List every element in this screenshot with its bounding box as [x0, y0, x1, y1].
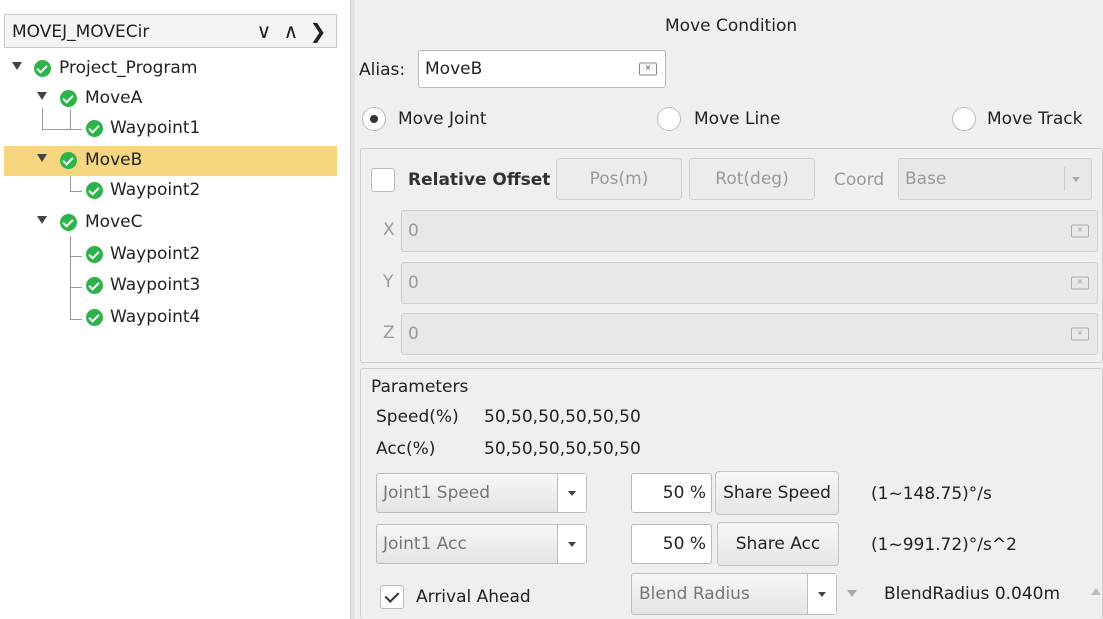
clear-text-icon[interactable]: ✕ — [1071, 224, 1089, 238]
check-circle-icon — [34, 60, 51, 77]
coord-label: Coord — [834, 170, 885, 190]
check-circle-icon — [86, 309, 103, 326]
y-label: Y — [383, 272, 394, 292]
arrival-ahead-checkbox[interactable] — [380, 585, 404, 609]
z-label: Z — [383, 323, 395, 343]
tree-item-label: Waypoint3 — [110, 275, 201, 295]
dropdown-arrow-icon — [807, 574, 836, 614]
tree-item-label: Waypoint1 — [110, 118, 201, 138]
alias-value: MoveB — [425, 59, 483, 79]
program-tree-panel: MOVEJ_MOVECir ∨ ∧ ❯ Project_Program Move… — [0, 0, 350, 619]
move-line-label: Move Line — [694, 109, 781, 129]
blend-radius-select-value: Blend Radius — [639, 584, 750, 604]
tree-item-label: Waypoint2 — [110, 180, 201, 200]
tree-item-waypoint1[interactable]: Waypoint1 — [4, 114, 337, 144]
chevron-up-icon[interactable]: ∧ — [279, 18, 303, 44]
tree-item-label: Waypoint2 — [110, 244, 201, 264]
tree-item-waypoint2[interactable]: Waypoint2 — [4, 240, 337, 270]
check-circle-icon — [86, 246, 103, 263]
tree-item-movec[interactable]: MoveC — [4, 208, 337, 238]
tree-item-label: Project_Program — [59, 58, 198, 78]
z-value: 0 — [408, 324, 419, 344]
x-offset-input[interactable]: 0 ✕ — [401, 210, 1098, 252]
tree-item-waypoint2[interactable]: Waypoint2 — [4, 176, 337, 206]
checkmark-icon — [384, 588, 400, 603]
rot-button[interactable]: Rot(deg) — [689, 158, 815, 200]
x-label: X — [383, 220, 395, 240]
move-track-label: Move Track — [987, 109, 1083, 129]
alias-input[interactable]: MoveB ✕ — [418, 50, 666, 88]
tree-item-moveb[interactable]: MoveB — [4, 146, 337, 176]
acc-range: (1~991.72)°/s^2 — [871, 535, 1017, 555]
joint-speed-select-value: Joint1 Speed — [383, 483, 491, 503]
speed-label: Speed(%) — [376, 407, 459, 427]
tree-item-project-program[interactable]: Project_Program — [4, 54, 337, 84]
share-speed-button[interactable]: Share Speed — [715, 471, 839, 515]
dropdown-arrow-icon — [1064, 167, 1085, 191]
expand-arrow-icon[interactable] — [37, 92, 47, 100]
check-circle-icon — [60, 152, 77, 169]
move-track-radio[interactable] — [952, 107, 976, 131]
dropdown-arrow-icon — [557, 474, 586, 512]
joint-speed-select[interactable]: Joint1 Speed — [376, 473, 587, 513]
blend-radius-text: BlendRadius 0.040m — [884, 584, 1061, 604]
tree-item-label: MoveB — [85, 150, 143, 170]
clear-text-icon[interactable]: ✕ — [1071, 327, 1089, 341]
move-condition-panel: Move Condition Alias: MoveB ✕ Move Joint… — [355, 0, 1103, 619]
expand-arrow-icon[interactable] — [12, 62, 22, 70]
share-acc-button[interactable]: Share Acc — [717, 522, 839, 566]
chevron-down-icon[interactable]: ∨ — [252, 18, 276, 44]
joint-acc-select-value: Joint1 Acc — [383, 534, 467, 554]
joint-speed-percent: 50 % — [662, 483, 706, 503]
expand-arrow-icon[interactable] — [37, 216, 47, 224]
scroll-up-icon[interactable] — [1091, 588, 1101, 595]
dropdown-arrow-icon[interactable] — [847, 590, 857, 597]
check-circle-icon — [86, 182, 103, 199]
joint-acc-percent: 50 % — [662, 534, 706, 554]
tree-item-waypoint4[interactable]: Waypoint4 — [4, 303, 337, 333]
tree-item-label: MoveA — [85, 88, 143, 108]
dropdown-arrow-icon — [557, 525, 586, 563]
blend-radius-select[interactable]: Blend Radius — [631, 573, 837, 615]
clear-text-icon[interactable]: ✕ — [1071, 276, 1089, 290]
pos-button[interactable]: Pos(m) — [556, 158, 682, 200]
section-title: Move Condition — [665, 16, 798, 36]
y-value: 0 — [408, 273, 419, 293]
speed-range: (1~148.75)°/s — [871, 484, 992, 504]
check-circle-icon — [86, 277, 103, 294]
tree-item-waypoint3[interactable]: Waypoint3 — [4, 271, 337, 301]
arrival-ahead-label: Arrival Ahead — [416, 587, 531, 607]
parameters-title: Parameters — [371, 377, 469, 397]
tree-header: MOVEJ_MOVECir ∨ ∧ ❯ — [4, 14, 337, 48]
check-circle-icon — [60, 90, 77, 107]
move-line-radio[interactable] — [657, 107, 681, 131]
tree-item-label: Waypoint4 — [110, 307, 201, 327]
relative-offset-checkbox[interactable] — [371, 168, 395, 192]
tree-title: MOVEJ_MOVECir — [12, 22, 150, 42]
move-joint-label: Move Joint — [398, 109, 487, 129]
acc-label: Acc(%) — [376, 439, 436, 459]
joint-acc-percent-input[interactable]: 50 % — [631, 524, 712, 564]
acc-value: 50,50,50,50,50,50 — [484, 439, 641, 459]
coord-value: Base — [905, 169, 947, 189]
y-offset-input[interactable]: 0 ✕ — [401, 262, 1098, 304]
tree-item-movea[interactable]: MoveA — [4, 84, 337, 114]
coord-select[interactable]: Base — [898, 158, 1092, 200]
z-offset-input[interactable]: 0 ✕ — [401, 313, 1098, 355]
expand-arrow-icon[interactable] — [37, 154, 47, 162]
clear-text-icon[interactable]: ✕ — [639, 62, 657, 76]
speed-value: 50,50,50,50,50,50 — [484, 407, 641, 427]
relative-offset-label: Relative Offset — [408, 170, 551, 190]
joint-speed-percent-input[interactable]: 50 % — [631, 473, 712, 513]
joint-acc-select[interactable]: Joint1 Acc — [376, 524, 587, 564]
alias-label: Alias: — [359, 60, 406, 80]
chevron-right-icon[interactable]: ❯ — [306, 18, 330, 44]
move-joint-radio[interactable] — [362, 107, 386, 131]
check-circle-icon — [60, 214, 77, 231]
check-circle-icon — [86, 120, 103, 137]
x-value: 0 — [408, 221, 419, 241]
tree-item-label: MoveC — [85, 212, 143, 232]
